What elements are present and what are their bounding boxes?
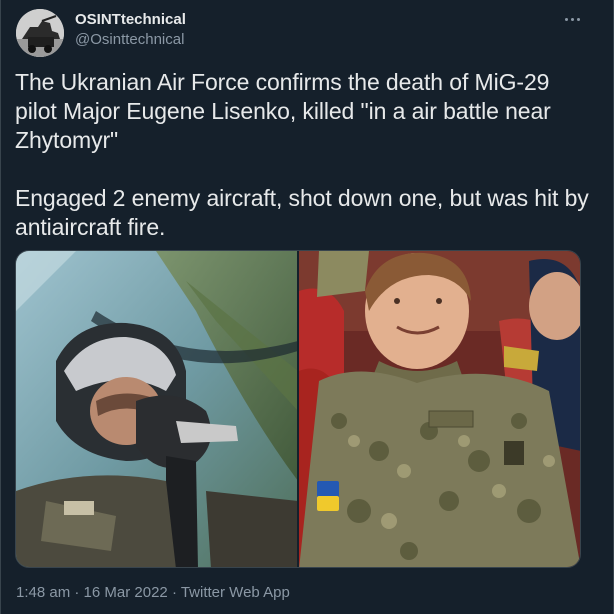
author-name[interactable]: OSINTtechnical (75, 11, 186, 28)
tweet-meta: 1:48 am · 16 Mar 2022 · Twitter Web App (16, 584, 290, 601)
photo-officer-portrait[interactable] (299, 251, 580, 567)
more-options-icon[interactable] (559, 8, 585, 30)
tweet-paragraph: Engaged 2 enemy aircraft, shot down one,… (15, 185, 589, 240)
meta-separator: · (167, 584, 181, 601)
dot-icon (576, 17, 580, 21)
media-grid (15, 250, 581, 568)
tweet-source-link[interactable]: Twitter Web App (181, 584, 290, 601)
timestamp-link[interactable]: 1:48 am · 16 Mar 2022 (16, 584, 168, 601)
tweet-time: 1:48 am (16, 584, 71, 601)
dot-icon (564, 17, 568, 21)
photo-pilot-in-cockpit[interactable] (16, 251, 297, 567)
meta-separator: · (70, 584, 84, 601)
tweet-card: OSINTtechnical @Osinttechnical The Ukran… (0, 0, 614, 614)
tweet-paragraph: The Ukranian Air Force confirms the deat… (15, 69, 551, 153)
tweet-date: 16 Mar 2022 (83, 584, 168, 601)
avatar[interactable] (16, 9, 64, 57)
author-handle[interactable]: @Osinttechnical (75, 31, 184, 48)
dot-icon (570, 17, 574, 21)
tweet-text: The Ukranian Air Force confirms the deat… (15, 68, 595, 242)
